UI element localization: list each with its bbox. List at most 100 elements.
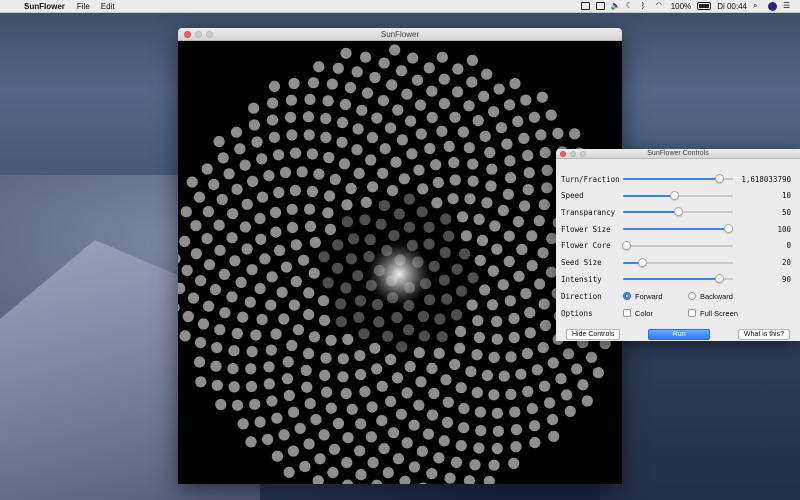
seed: [197, 318, 210, 330]
seed: [267, 97, 279, 109]
seed: [442, 396, 454, 408]
seed: [304, 93, 316, 105]
battery-icon[interactable]: [697, 2, 712, 10]
seed-size-slider[interactable]: [623, 257, 733, 268]
direction-forward-radio[interactable]: Forward: [623, 292, 676, 301]
speed-slider[interactable]: [623, 190, 733, 201]
slider-knob[interactable]: [715, 174, 725, 183]
seed: [377, 95, 389, 107]
intensity-slider[interactable]: [623, 274, 733, 284]
seed: [296, 166, 308, 178]
seed: [538, 298, 550, 310]
seed: [537, 247, 549, 259]
seed: [438, 274, 450, 286]
turn-fraction-slider[interactable]: [623, 174, 733, 184]
slider-fill: [623, 211, 678, 214]
slider-knob[interactable]: [673, 207, 683, 217]
seed: [488, 389, 500, 401]
controls-close-button[interactable]: [560, 151, 566, 157]
seed: [213, 219, 225, 231]
seed: [493, 83, 505, 95]
flower-size-slider[interactable]: [623, 224, 734, 234]
seed: [366, 132, 379, 144]
seed: [194, 356, 206, 368]
seed: [439, 247, 451, 259]
search-icon[interactable]: ⌕: [753, 2, 762, 10]
hide-controls-button[interactable]: Hide Controls: [566, 329, 621, 340]
seed: [312, 475, 324, 484]
seed: [228, 345, 240, 357]
wifi-icon[interactable]: ◠: [656, 2, 665, 10]
seed: [384, 122, 397, 134]
seed: [361, 87, 374, 99]
controls-minimize-button[interactable]: [570, 151, 576, 157]
slider-knob[interactable]: [638, 257, 648, 267]
seed: [355, 469, 367, 481]
seed: [288, 406, 300, 418]
direction-backward-radio[interactable]: Backward: [688, 292, 741, 301]
run-button[interactable]: Run: [648, 329, 711, 340]
seed: [178, 282, 186, 294]
seed: [469, 459, 481, 471]
flower-core-slider[interactable]: [621, 240, 733, 251]
flower-size-row: Flower Size 100: [561, 222, 795, 236]
seed: [304, 398, 316, 410]
clock[interactable]: Di 00:44: [717, 2, 747, 11]
bluetooth-icon[interactable]: ᛒ: [641, 2, 650, 10]
edit-menu[interactable]: Edit: [101, 2, 115, 11]
seed: [254, 416, 266, 428]
seed: [321, 386, 333, 398]
seed: [417, 310, 429, 323]
controls-zoom-button[interactable]: [580, 151, 586, 157]
seed: [481, 369, 493, 381]
seed: [522, 385, 534, 398]
slider-knob[interactable]: [621, 240, 631, 250]
slider-knob[interactable]: [670, 190, 680, 200]
file-menu[interactable]: File: [77, 2, 90, 11]
seed: [529, 437, 541, 449]
seed: [257, 191, 269, 203]
close-button[interactable]: [184, 31, 191, 38]
seed: [413, 399, 425, 411]
seed: [441, 293, 453, 305]
seed: [458, 248, 471, 260]
window-controls: [184, 31, 213, 38]
fullscreen-checkbox[interactable]: Full Screen: [688, 309, 741, 318]
seed: [214, 324, 226, 336]
app-menu[interactable]: SunFlower: [24, 2, 65, 11]
seed: [340, 388, 352, 400]
controls-titlebar[interactable]: SunFlower Controls: [556, 149, 800, 159]
seed: [407, 52, 419, 64]
transparancy-slider[interactable]: [623, 207, 733, 217]
minimize-button[interactable]: [195, 31, 202, 38]
seed: [262, 433, 274, 445]
seed: [201, 233, 213, 245]
seed: [455, 440, 467, 452]
slider-knob[interactable]: [715, 274, 725, 284]
zoom-button[interactable]: [206, 31, 213, 38]
seed: [354, 445, 366, 457]
seed: [256, 313, 268, 326]
what-is-this-button[interactable]: What is this?: [737, 329, 790, 340]
seed: [452, 86, 464, 98]
seed: [364, 234, 376, 246]
notification-center-icon[interactable]: ☰: [783, 2, 792, 10]
intensity-value: 90: [781, 274, 791, 284]
color-checkbox[interactable]: Color: [623, 309, 676, 318]
moon-icon[interactable]: ☾: [626, 2, 635, 10]
seed: [376, 380, 388, 392]
display-icon[interactable]: [580, 2, 590, 10]
seed: [210, 360, 222, 372]
airplay-icon[interactable]: [595, 2, 605, 10]
slider-knob[interactable]: [724, 224, 734, 234]
flower-core-row: Flower Core 0: [561, 239, 795, 253]
seed: [304, 203, 316, 215]
flower-size-label: Flower Size: [561, 224, 611, 234]
siri-icon[interactable]: [768, 1, 777, 11]
volume-icon[interactable]: 🔈: [611, 2, 621, 10]
window-titlebar[interactable]: SunFlower: [178, 28, 622, 41]
options-label: Options: [561, 308, 593, 318]
seed: [486, 163, 498, 175]
seed: [396, 134, 408, 146]
seed: [489, 220, 501, 232]
